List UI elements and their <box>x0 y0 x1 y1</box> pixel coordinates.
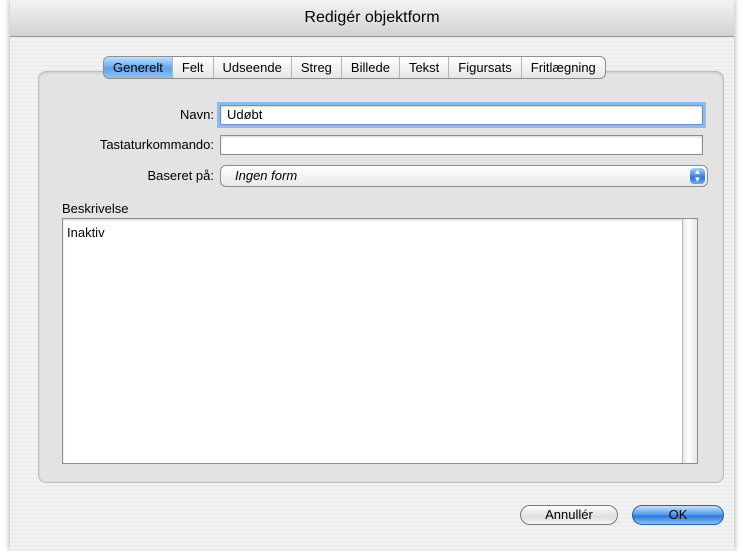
based-on-select[interactable]: Ingen form ▲ ▼ <box>220 165 708 187</box>
dialog-window: Redigér objektform Generelt Felt Udseend… <box>10 0 734 551</box>
cancel-button[interactable]: Annullér <box>520 505 618 525</box>
description-textarea[interactable]: Inaktiv <box>62 218 698 464</box>
window-title: Redigér objektform <box>10 0 734 37</box>
shortcut-field[interactable] <box>220 135 703 155</box>
tab-figursats[interactable]: Figursats <box>448 57 520 78</box>
description-scrollbar[interactable] <box>682 219 697 463</box>
based-on-label: Baseret på: <box>147 168 215 183</box>
tab-streg[interactable]: Streg <box>290 57 341 78</box>
based-on-value: Ingen form <box>235 168 298 183</box>
tab-felt[interactable]: Felt <box>171 57 213 78</box>
tab-udseende[interactable]: Udseende <box>212 57 291 78</box>
name-label: Navn: <box>180 107 214 122</box>
ok-button[interactable]: OK <box>632 505 724 525</box>
name-field[interactable]: Udøbt <box>217 102 706 128</box>
tab-tekst[interactable]: Tekst <box>398 57 448 78</box>
tab-bar: Generelt Felt Udseende Streg Billede Tek… <box>103 56 606 79</box>
popup-arrows-icon: ▲ ▼ <box>690 168 705 184</box>
description-text: Inaktiv <box>67 225 105 240</box>
tab-billede[interactable]: Billede <box>340 57 399 78</box>
tab-fritlaegning[interactable]: Fritlægning <box>520 57 605 78</box>
shortcut-label: Tastaturkommando: <box>99 137 214 152</box>
tab-generelt[interactable]: Generelt <box>104 57 172 78</box>
description-label: Beskrivelse <box>62 201 129 216</box>
